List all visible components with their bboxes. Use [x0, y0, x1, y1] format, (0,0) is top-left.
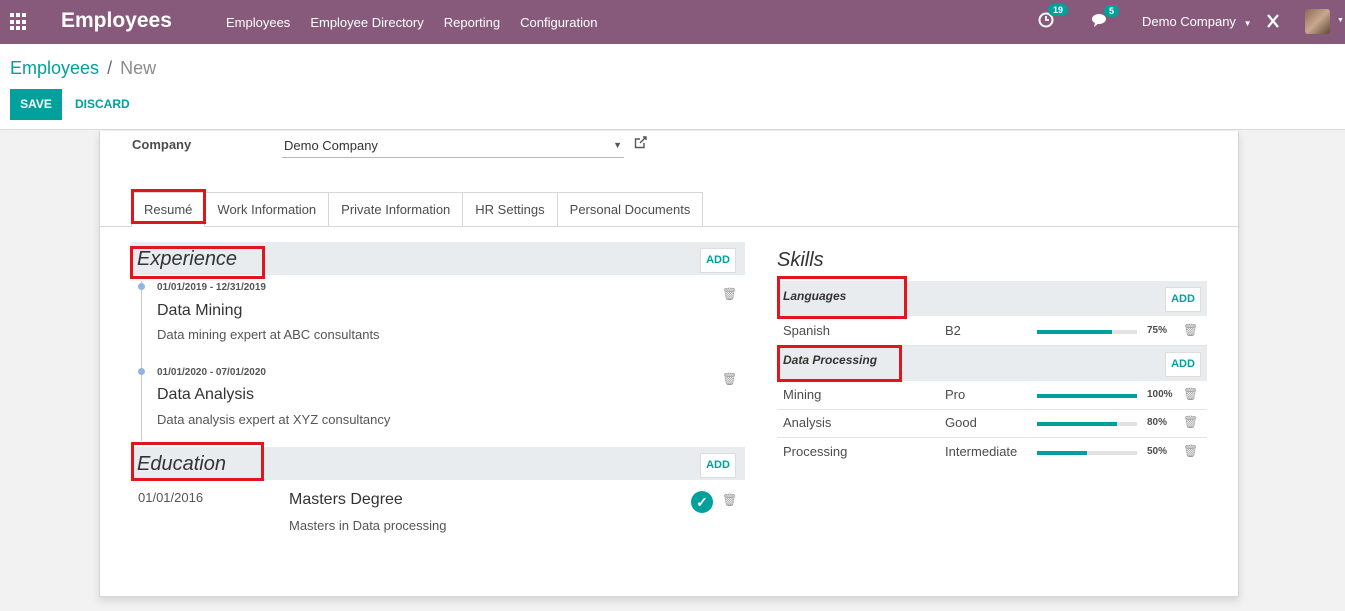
tab-resume[interactable]: Resumé: [131, 192, 206, 227]
message-count-badge: 5: [1104, 5, 1120, 17]
skill-progress-bar: [1037, 422, 1137, 426]
skill-row[interactable]: Spanish B2 75% 🗑: [777, 317, 1207, 346]
caret-down-icon: ▼: [1243, 19, 1252, 28]
top-navbar: Employees Employees Employee Directory R…: [0, 0, 1345, 44]
skill-level: Pro: [945, 387, 966, 402]
skill-row[interactable]: Mining Pro 100% 🗑: [777, 381, 1207, 410]
add-data-processing-skill-button[interactable]: ADD: [1165, 352, 1201, 377]
company-field[interactable]: Demo Company ▼: [282, 136, 624, 158]
skill-percent: 50%: [1147, 446, 1168, 457]
skill-level: B2: [945, 323, 961, 338]
trash-icon[interactable]: 🗑: [1183, 323, 1198, 337]
user-menu-caret-icon[interactable]: ▼: [1337, 17, 1344, 24]
user-avatar[interactable]: [1305, 9, 1330, 34]
breadcrumb: Employees / New: [10, 58, 156, 79]
experience-2-description: Data analysis expert at XYZ consultancy: [157, 412, 391, 427]
company-label: Company: [132, 137, 192, 152]
experience-1-title[interactable]: Data Mining: [157, 302, 242, 320]
breadcrumb-current: New: [120, 58, 157, 78]
education-1-trash-icon[interactable]: 🗑: [722, 493, 737, 507]
education-header: Education ADD: [131, 447, 745, 480]
skill-level: Good: [945, 415, 977, 430]
apps-menu-icon[interactable]: [10, 13, 28, 31]
company-field-value: Demo Company: [284, 138, 378, 153]
skill-percent: 100%: [1147, 389, 1173, 400]
experience-2-date: 01/01/2020 - 07/01/2020: [157, 367, 266, 378]
skill-progress-fill: [1037, 451, 1087, 455]
skill-progress-bar: [1037, 330, 1137, 334]
skill-group-data-processing-header: Data Processing ADD: [777, 346, 1207, 381]
skill-progress-fill: [1037, 422, 1117, 426]
menu-employee-directory[interactable]: Employee Directory: [300, 15, 433, 30]
trash-icon[interactable]: 🗑: [1183, 387, 1198, 401]
company-switcher[interactable]: Demo Company ▼: [1142, 14, 1251, 29]
experience-header: Experience ADD: [131, 242, 745, 275]
experience-1-description: Data mining expert at ABC consultants: [157, 327, 380, 342]
experience-2-title[interactable]: Data Analysis: [157, 386, 254, 404]
skill-group-data-processing-title: Data Processing: [783, 353, 878, 367]
skill-name: Analysis: [783, 415, 832, 430]
experience-title: Experience: [137, 248, 238, 270]
experience-1-date: 01/01/2019 - 12/31/2019: [157, 282, 266, 293]
tab-work-information[interactable]: Work Information: [205, 192, 330, 227]
skill-group-languages-title: Languages: [783, 289, 847, 303]
skill-name: Mining: [783, 387, 822, 402]
tab-private-information[interactable]: Private Information: [329, 192, 464, 227]
app-title: Employees: [61, 9, 172, 32]
notebook-tabs: Resumé Work Information Private Informat…: [131, 192, 704, 227]
breadcrumb-separator: /: [107, 58, 113, 78]
education-1-description: Masters in Data processing: [289, 518, 447, 533]
timeline-line: [141, 281, 142, 441]
menu-reporting[interactable]: Reporting: [434, 15, 510, 30]
activity-button[interactable]: 19: [1038, 4, 1069, 31]
add-education-button[interactable]: ADD: [700, 453, 736, 478]
activity-count-badge: 19: [1048, 4, 1069, 16]
education-1-date: 01/01/2016: [138, 490, 204, 505]
skill-progress-fill: [1037, 394, 1137, 398]
skills-title: Skills: [777, 249, 824, 271]
skill-name: Spanish: [783, 323, 830, 338]
skill-level: Intermediate: [945, 444, 1018, 459]
skill-progress-fill: [1037, 330, 1112, 334]
add-language-skill-button[interactable]: ADD: [1165, 287, 1201, 312]
skill-progress-bar: [1037, 451, 1137, 455]
save-button[interactable]: SAVE: [10, 89, 62, 120]
company-switcher-label: Demo Company: [1142, 14, 1236, 29]
trash-icon[interactable]: 🗑: [1183, 415, 1198, 429]
menu-configuration[interactable]: Configuration: [510, 15, 607, 30]
education-title: Education: [137, 453, 226, 475]
skill-percent: 75%: [1147, 325, 1168, 336]
experience-2-trash-icon[interactable]: 🗑: [722, 372, 737, 386]
skill-group-languages-header: Languages ADD: [777, 281, 1207, 316]
skill-percent: 80%: [1147, 417, 1168, 428]
skill-name: Processing: [783, 444, 848, 459]
menu-employees[interactable]: Employees: [216, 15, 300, 30]
breadcrumb-employees[interactable]: Employees: [10, 58, 99, 78]
tab-personal-documents[interactable]: Personal Documents: [557, 192, 704, 227]
control-panel: Employees / New SAVE DISCARD: [0, 44, 1345, 130]
add-experience-button[interactable]: ADD: [700, 248, 736, 273]
dropdown-caret-icon[interactable]: ▼: [613, 140, 622, 150]
timeline-dot: [138, 283, 145, 290]
discard-button[interactable]: DISCARD: [75, 89, 130, 120]
experience-1-trash-icon[interactable]: 🗑: [722, 287, 737, 301]
trash-icon[interactable]: 🗑: [1183, 444, 1198, 458]
messages-button[interactable]: 5: [1092, 5, 1120, 31]
skill-row[interactable]: Processing Intermediate 50% 🗑: [777, 438, 1207, 467]
external-link-icon[interactable]: [634, 136, 647, 152]
form-sheet: Company Demo Company ▼ Resumé Work Infor…: [99, 131, 1240, 597]
skill-row[interactable]: Analysis Good 80% 🗑: [777, 409, 1207, 438]
education-1-title[interactable]: Masters Degree: [289, 491, 403, 509]
debug-tools-icon[interactable]: [1266, 13, 1280, 32]
check-circle-icon: ✓: [691, 491, 713, 513]
main-menu: Employees Employee Directory Reporting C…: [216, 0, 607, 44]
skill-progress-bar: [1037, 394, 1137, 398]
timeline-dot: [138, 368, 145, 375]
tab-hr-settings[interactable]: HR Settings: [463, 192, 558, 227]
